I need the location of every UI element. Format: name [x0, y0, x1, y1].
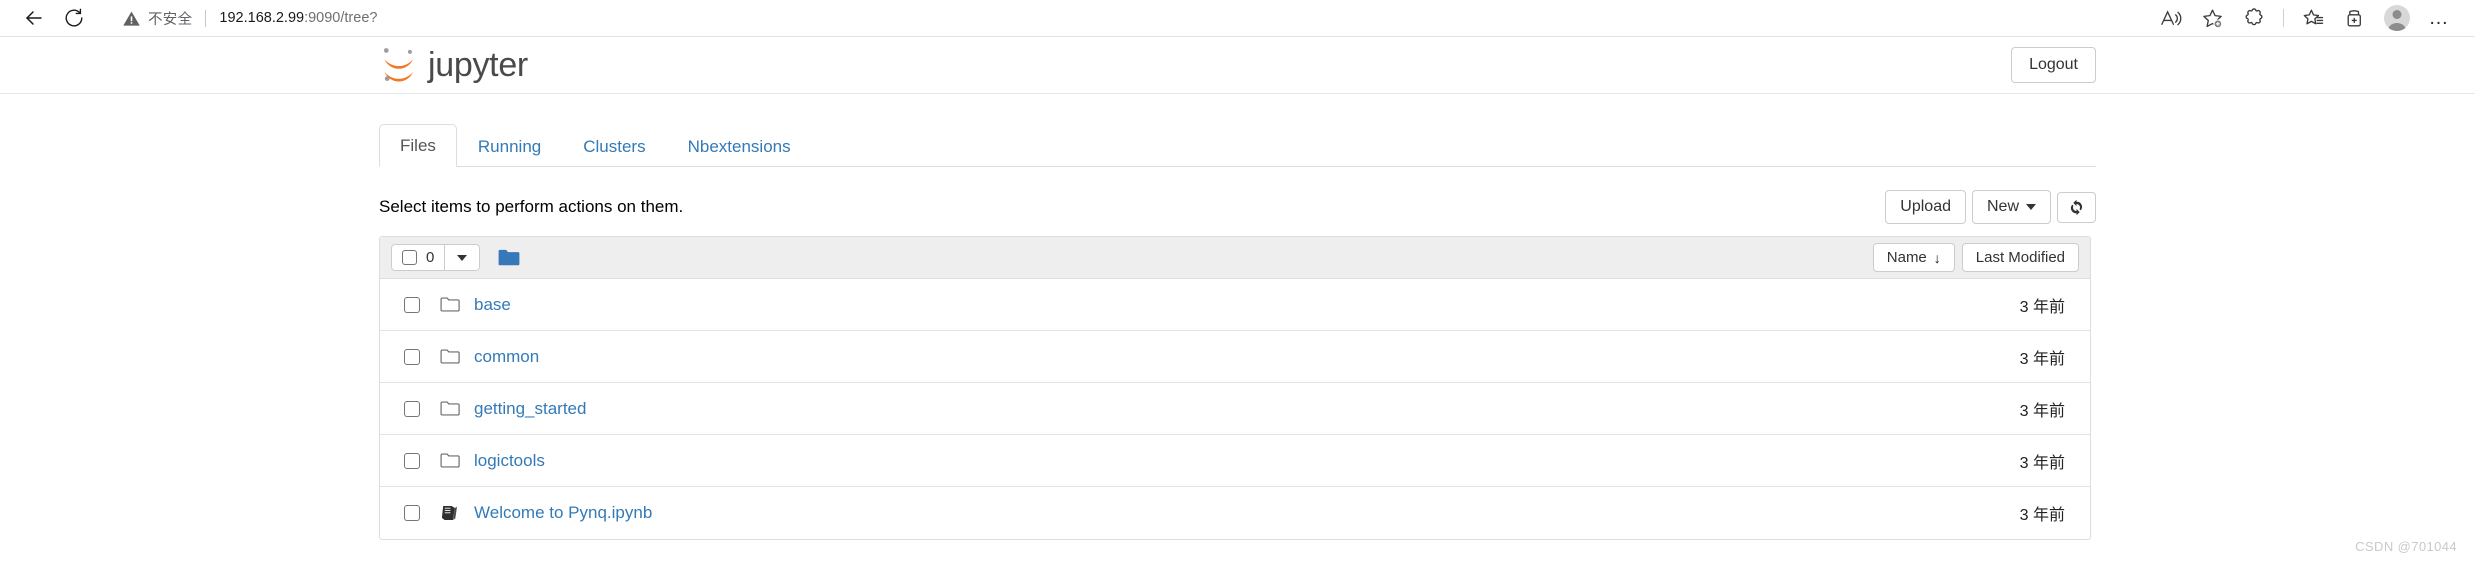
folder-icon	[440, 296, 462, 313]
address-bar[interactable]: 不安全 192.168.2.99:9090/tree?	[108, 3, 1700, 33]
file-modified-time: 3 年前	[2019, 454, 2065, 472]
read-aloud-icon[interactable]	[2150, 2, 2190, 34]
collections-icon[interactable]	[2335, 2, 2375, 34]
toolbar-divider	[2283, 9, 2284, 27]
file-name-link[interactable]: base	[474, 295, 511, 315]
select-all-checkbox[interactable]	[402, 250, 417, 265]
profile-avatar[interactable]	[2377, 2, 2417, 34]
selection-hint: Select items to perform actions on them.	[379, 197, 684, 216]
main-tabs: Files Running Clusters Nbextensions	[379, 123, 2096, 167]
modified-column-label: Last Modified	[1975, 249, 2065, 266]
action-row: Select items to perform actions on them.…	[379, 190, 2096, 224]
jupyter-logo-icon	[383, 48, 414, 82]
file-modified-time: 3 年前	[2019, 507, 2065, 524]
security-status-label: 不安全	[148, 11, 193, 28]
url-path: :9090/tree?	[304, 10, 378, 26]
current-folder-icon[interactable]	[498, 249, 520, 267]
folder-icon	[498, 249, 520, 265]
select-all-group: 0	[391, 244, 481, 271]
select-dropdown-button[interactable]	[445, 244, 481, 271]
chevron-down-icon	[2026, 203, 2036, 210]
tab-clusters[interactable]: Clusters	[562, 125, 666, 167]
tab-nbextensions[interactable]: Nbextensions	[667, 125, 812, 167]
table-row[interactable]: getting_started 3 年前	[380, 383, 2090, 435]
upload-button[interactable]: Upload	[1885, 190, 1966, 224]
settings-more-icon[interactable]: …	[2419, 2, 2459, 34]
browser-toolbar: 不安全 192.168.2.99:9090/tree? …	[0, 0, 2475, 36]
watermark: CSDN @701044	[2355, 539, 2457, 554]
select-all-control[interactable]: 0	[391, 244, 446, 271]
row-checkbox[interactable]	[404, 452, 420, 469]
jupyter-brand[interactable]: jupyter	[379, 43, 528, 87]
url-host: 192.168.2.99	[219, 10, 305, 26]
address-divider	[205, 9, 207, 27]
notebook-icon	[440, 504, 462, 522]
row-checkbox[interactable]	[404, 348, 420, 365]
file-name-link[interactable]: logictools	[474, 451, 545, 471]
refresh-button[interactable]	[2057, 191, 2096, 223]
notebook-book-icon	[441, 505, 458, 521]
folder-icon	[440, 452, 462, 469]
table-row[interactable]: logictools 3 年前	[380, 435, 2090, 487]
row-checkbox[interactable]	[404, 400, 420, 417]
browser-actions: …	[2150, 2, 2461, 34]
file-list-toolbar: 0 Name ↓ Last Modified	[380, 237, 2090, 279]
logout-button[interactable]: Logout	[2011, 47, 2096, 83]
file-name-link[interactable]: Welcome to Pynq.ipynb	[474, 503, 652, 523]
column-sort-controls: Name ↓ Last Modified	[1872, 243, 2079, 272]
jupyter-wordmark: jupyter	[428, 46, 528, 84]
more-dots: …	[2428, 7, 2450, 29]
file-name-link[interactable]: common	[474, 347, 539, 367]
add-favorite-icon[interactable]	[2192, 2, 2232, 34]
folder-icon	[440, 348, 462, 365]
reload-icon[interactable]	[54, 3, 94, 33]
file-modified-time: 3 年前	[2019, 350, 2065, 368]
sort-descending-icon: ↓	[1933, 249, 1941, 266]
table-row[interactable]: base 3 年前	[380, 279, 2090, 331]
row-checkbox[interactable]	[404, 505, 420, 521]
new-button[interactable]: New	[1971, 190, 2051, 224]
file-name-link[interactable]: getting_started	[474, 399, 586, 419]
not-secure-warning-icon	[122, 9, 141, 28]
tab-files[interactable]: Files	[379, 123, 457, 167]
file-modified-time: 3 年前	[2019, 298, 2065, 316]
avatar	[2384, 5, 2410, 31]
back-arrow-icon[interactable]	[14, 3, 54, 33]
file-list-panel: 0 Name ↓ Last Modified base 3 年前 common …	[379, 236, 2091, 540]
url-text: 192.168.2.99:9090/tree?	[219, 10, 377, 26]
table-row[interactable]: Welcome to Pynq.ipynb 3 年前	[380, 487, 2090, 539]
favorites-icon[interactable]	[2293, 2, 2333, 34]
sort-by-name-button[interactable]: Name ↓	[1872, 243, 1955, 272]
jupyter-header: jupyter Logout	[0, 37, 2475, 94]
folder-icon	[440, 400, 462, 417]
file-modified-time: 3 年前	[2019, 402, 2065, 420]
new-button-label: New	[1986, 198, 2019, 215]
chevron-down-icon	[457, 254, 468, 261]
name-column-label: Name	[1886, 249, 1927, 266]
selected-count: 0	[426, 249, 435, 266]
table-row[interactable]: common 3 年前	[380, 331, 2090, 383]
sort-by-modified-button[interactable]: Last Modified	[1961, 243, 2079, 272]
tab-running[interactable]: Running	[457, 125, 562, 167]
page-content: Files Running Clusters Nbextensions Sele…	[0, 123, 2475, 540]
row-checkbox[interactable]	[404, 296, 420, 313]
refresh-icon	[2070, 199, 2083, 215]
extensions-icon[interactable]	[2234, 2, 2274, 34]
page-viewport: jupyter Logout Files Running Clusters Nb…	[0, 37, 2475, 562]
action-buttons: Upload New	[1885, 190, 2096, 224]
